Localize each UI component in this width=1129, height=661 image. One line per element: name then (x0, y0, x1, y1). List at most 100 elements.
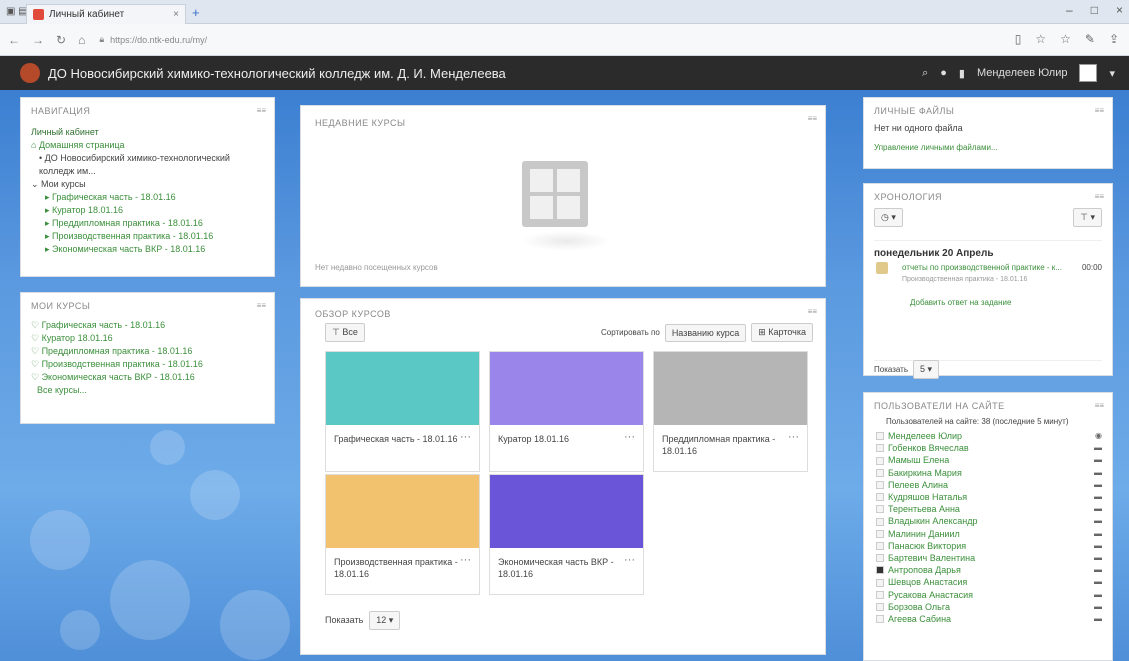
user-name[interactable]: Менделеев Юлир (977, 67, 1068, 79)
course-menu-icon[interactable]: ··· (460, 554, 471, 566)
course-card-title[interactable]: Графическая часть - 18.01.16 (334, 434, 458, 444)
user-link[interactable]: Борзова Ольга (888, 601, 950, 613)
block-actions-icon[interactable]: ≡≡ (1095, 192, 1104, 201)
site-logo[interactable] (20, 63, 40, 83)
list-item[interactable]: Борзова Ольга ▬ (876, 601, 1102, 613)
tab-actions-icon[interactable]: ▣ ▤ (6, 6, 28, 17)
list-item[interactable]: Антропова Дарья ▬ (876, 564, 1102, 576)
course-card[interactable]: Экономическая часть ВКР - 18.01.16 ··· (489, 474, 644, 595)
list-item[interactable]: Пелеев Алина ▬ (876, 479, 1102, 491)
user-link[interactable]: Панасюк Виктория (888, 540, 966, 552)
site-title[interactable]: ДО Новосибирский химико-технологический … (48, 66, 506, 81)
close-window-icon[interactable]: × (1116, 3, 1123, 17)
course-menu-icon[interactable]: ··· (624, 554, 635, 566)
user-link[interactable]: Владыкин Александр (888, 515, 977, 527)
block-actions-icon[interactable]: ≡≡ (257, 301, 266, 310)
course-card[interactable]: Преддипломная практика - 18.01.16 ··· (653, 351, 808, 472)
nav-course-item[interactable]: ▸ Куратор 18.01.16 (31, 204, 264, 217)
course-card[interactable]: Куратор 18.01.16 ··· (489, 351, 644, 472)
course-card[interactable]: Производственная практика - 18.01.16 ··· (325, 474, 480, 595)
message-icon[interactable]: ▬ (1094, 552, 1102, 564)
nav-course-item[interactable]: ▸ Производственная практика - 18.01.16 (31, 230, 264, 243)
sort-dropdown[interactable]: Названию курса (664, 323, 747, 342)
all-courses-link[interactable]: Все курсы... (31, 384, 264, 397)
nav-mycourses[interactable]: ⌄ Мои курсы (31, 178, 264, 191)
favorite-star-icon[interactable]: ☆ (1035, 32, 1046, 46)
course-menu-icon[interactable]: ··· (624, 431, 635, 443)
message-icon[interactable]: ▬ (1094, 467, 1102, 479)
user-link[interactable]: Агеева Сабина (888, 613, 951, 625)
user-link[interactable]: Антропова Дарья (888, 564, 961, 576)
message-icon[interactable]: ▬ (1094, 613, 1102, 625)
list-item[interactable]: Шевцов Анастасия ▬ (876, 576, 1102, 588)
minimize-icon[interactable]: – (1066, 3, 1073, 17)
list-item[interactable]: Владыкин Александр ▬ (876, 515, 1102, 527)
maximize-icon[interactable]: □ (1091, 3, 1098, 17)
user-menu-chevron-icon[interactable]: ▾ (1109, 67, 1115, 80)
nav-site[interactable]: • ДО Новосибирский химико-технологически… (31, 152, 264, 178)
nav-dashboard[interactable]: Личный кабинет (31, 126, 264, 139)
list-item[interactable]: Мамыш Елена ▬ (876, 454, 1102, 466)
message-icon[interactable]: ▬ (1094, 442, 1102, 454)
close-tab-icon[interactable]: × (173, 9, 179, 20)
visibility-icon[interactable]: ◉ (1095, 430, 1102, 442)
list-item[interactable]: Менделеев Юлир ◉ (876, 430, 1102, 442)
timeline-range-dropdown[interactable]: ◷ ▾ (874, 208, 903, 227)
user-link[interactable]: Терентьева Анна (888, 503, 960, 515)
user-link[interactable]: Мамыш Елена (888, 454, 949, 466)
message-icon[interactable]: ▬ (1094, 515, 1102, 527)
message-icon[interactable]: ▬ (1094, 454, 1102, 466)
course-link[interactable]: ♡ Преддипломная практика - 18.01.16 (31, 345, 264, 358)
user-link[interactable]: Шевцов Анастасия (888, 576, 967, 588)
block-actions-icon[interactable]: ≡≡ (1095, 106, 1104, 115)
user-link[interactable]: Менделеев Юлир (888, 430, 962, 442)
message-icon[interactable]: ▬ (1094, 479, 1102, 491)
user-link[interactable]: Русакова Анастасия (888, 589, 973, 601)
timeline-sort-dropdown[interactable]: ⊤ ▾ (1073, 208, 1102, 227)
add-submission-link[interactable]: Добавить ответ на задание (910, 296, 1011, 309)
message-icon[interactable]: ▬ (1094, 540, 1102, 552)
home-icon[interactable]: ⌂ (78, 33, 85, 47)
user-link[interactable]: Бакиркина Мария (888, 467, 962, 479)
message-icon[interactable]: ▬ (1094, 564, 1102, 576)
forward-icon[interactable]: → (32, 33, 44, 47)
message-icon[interactable]: ▬ (1094, 528, 1102, 540)
list-item[interactable]: Агеева Сабина ▬ (876, 613, 1102, 625)
course-link[interactable]: ♡ Экономическая часть ВКР - 18.01.16 (31, 371, 264, 384)
nav-course-item[interactable]: ▸ Экономическая часть ВКР - 18.01.16 (31, 243, 264, 256)
tab-actions[interactable]: ▣ ▤ (6, 6, 28, 17)
list-item[interactable]: Бакиркина Мария ▬ (876, 467, 1102, 479)
block-actions-icon[interactable]: ≡≡ (808, 307, 817, 316)
avatar[interactable] (1079, 64, 1098, 82)
user-link[interactable]: Бартевич Валентина (888, 552, 975, 564)
search-icon[interactable]: ⌕ (922, 67, 928, 80)
message-icon[interactable]: ▬ (1094, 589, 1102, 601)
message-icon[interactable]: ▬ (1094, 576, 1102, 588)
message-icon[interactable]: ▬ (1094, 601, 1102, 613)
new-tab-icon[interactable]: + (192, 6, 208, 20)
course-menu-icon[interactable]: ··· (460, 431, 471, 443)
list-item[interactable]: Панасюк Виктория ▬ (876, 540, 1102, 552)
list-item[interactable]: Кудряшов Наталья ▬ (876, 491, 1102, 503)
nav-course-item[interactable]: ▸ Графическая часть - 18.01.16 (31, 191, 264, 204)
course-menu-icon[interactable]: ··· (788, 431, 799, 443)
pen-icon[interactable]: ✎ (1085, 32, 1095, 46)
address-input[interactable]: 🔒︎ https://do.ntk-edu.ru/my/ (99, 31, 919, 49)
list-item[interactable]: Терентьева Анна ▬ (876, 503, 1102, 515)
back-icon[interactable]: ← (8, 33, 20, 47)
user-link[interactable]: Пелеев Алина (888, 479, 948, 491)
list-item[interactable]: Гобенков Вячеслав ▬ (876, 442, 1102, 454)
user-link[interactable]: Кудряшов Наталья (888, 491, 967, 503)
course-link[interactable]: ♡ Графическая часть - 18.01.16 (31, 319, 264, 332)
block-actions-icon[interactable]: ≡≡ (808, 114, 817, 123)
block-actions-icon[interactable]: ≡≡ (257, 106, 266, 115)
timeline-show-dropdown[interactable]: 5 ▾ (913, 360, 940, 379)
course-link[interactable]: ♡ Производственная практика - 18.01.16 (31, 358, 264, 371)
course-card[interactable]: Графическая часть - 18.01.16 ··· (325, 351, 480, 472)
list-item[interactable]: Русакова Анастасия ▬ (876, 589, 1102, 601)
view-dropdown[interactable]: ⊞ Карточка (751, 323, 813, 342)
course-link[interactable]: ♡ Куратор 18.01.16 (31, 332, 264, 345)
nav-home[interactable]: ⌂ Домашняя страница (31, 139, 264, 152)
message-icon[interactable]: ▬ (1094, 491, 1102, 503)
browser-tab[interactable]: Личный кабинет × (26, 4, 186, 24)
